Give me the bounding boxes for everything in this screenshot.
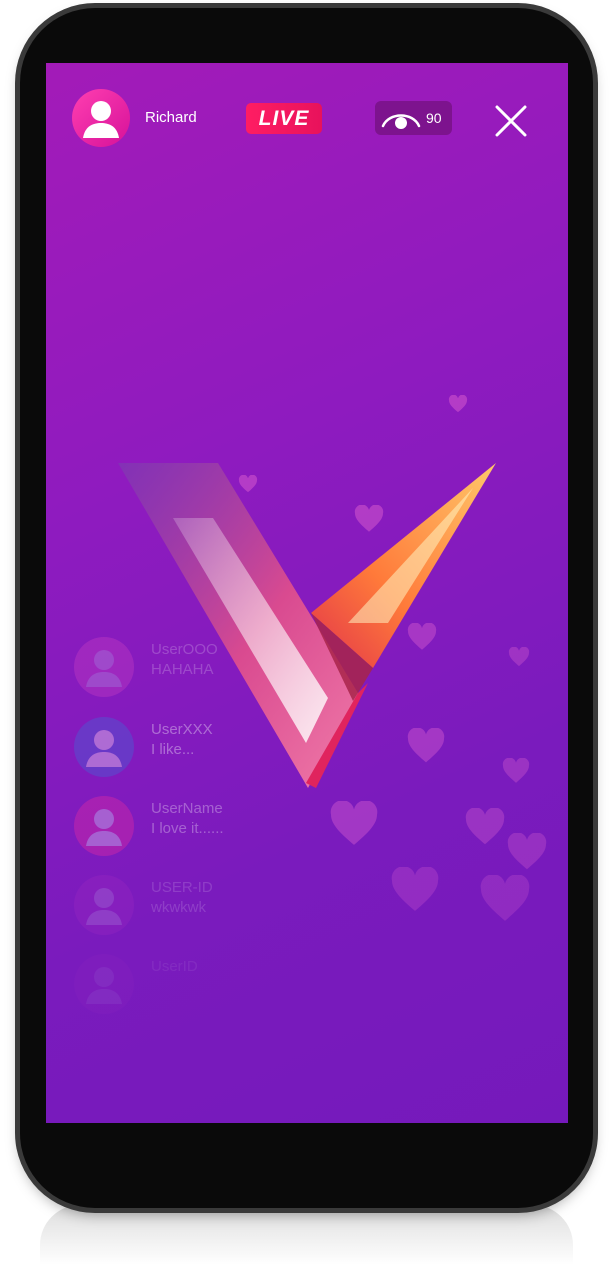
heart-icon [330, 801, 378, 845]
comment-text: I like... [151, 741, 195, 758]
comment-text: I love it...... [151, 820, 224, 837]
user-avatar-icon [86, 967, 122, 1004]
comment-item: UserName I love it...... [74, 792, 334, 856]
comment-username: UserOOO [151, 641, 218, 658]
comment-text: wkwkwk [151, 899, 206, 916]
phone-frame: UserOOO HAHAHA UserXXX I like... UserNam… [20, 8, 593, 1208]
user-avatar-icon [86, 888, 122, 925]
avatar [74, 796, 134, 856]
user-avatar-icon [86, 650, 122, 687]
eye-icon [381, 114, 421, 129]
comment-username: UserXXX [151, 721, 213, 738]
comment-item: UserID [74, 950, 334, 1014]
avatar [74, 717, 134, 777]
comment-item: UserXXX I like... [74, 713, 334, 777]
avatar [74, 875, 134, 935]
heart-icon [507, 833, 547, 870]
comment-item: UserOOO HAHAHA [74, 633, 334, 697]
comment-username: UserName [151, 800, 223, 817]
heart-icon [448, 395, 468, 413]
heart-icon [480, 875, 530, 921]
comment-username: UserID [151, 958, 198, 975]
heart-icon [508, 647, 530, 667]
live-stream-screen: UserOOO HAHAHA UserXXX I like... UserNam… [46, 63, 568, 1123]
user-avatar-icon [86, 730, 122, 767]
heart-icon [465, 808, 505, 845]
host-avatar[interactable] [72, 89, 130, 147]
close-icon[interactable] [491, 101, 531, 141]
comment-item: USER-ID wkwkwk [74, 871, 334, 935]
live-badge: LIVE [246, 103, 322, 134]
user-avatar-icon [83, 101, 119, 138]
heart-icon [391, 867, 439, 911]
user-avatar-icon [86, 809, 122, 846]
comment-text: HAHAHA [151, 661, 214, 678]
avatar [74, 637, 134, 697]
device-reflection [40, 1205, 573, 1265]
host-name[interactable]: Richard [145, 109, 197, 126]
comment-username: USER-ID [151, 879, 213, 896]
viewer-count-badge: 90 [375, 101, 452, 135]
avatar [74, 954, 134, 1014]
viewer-count: 90 [426, 110, 442, 126]
